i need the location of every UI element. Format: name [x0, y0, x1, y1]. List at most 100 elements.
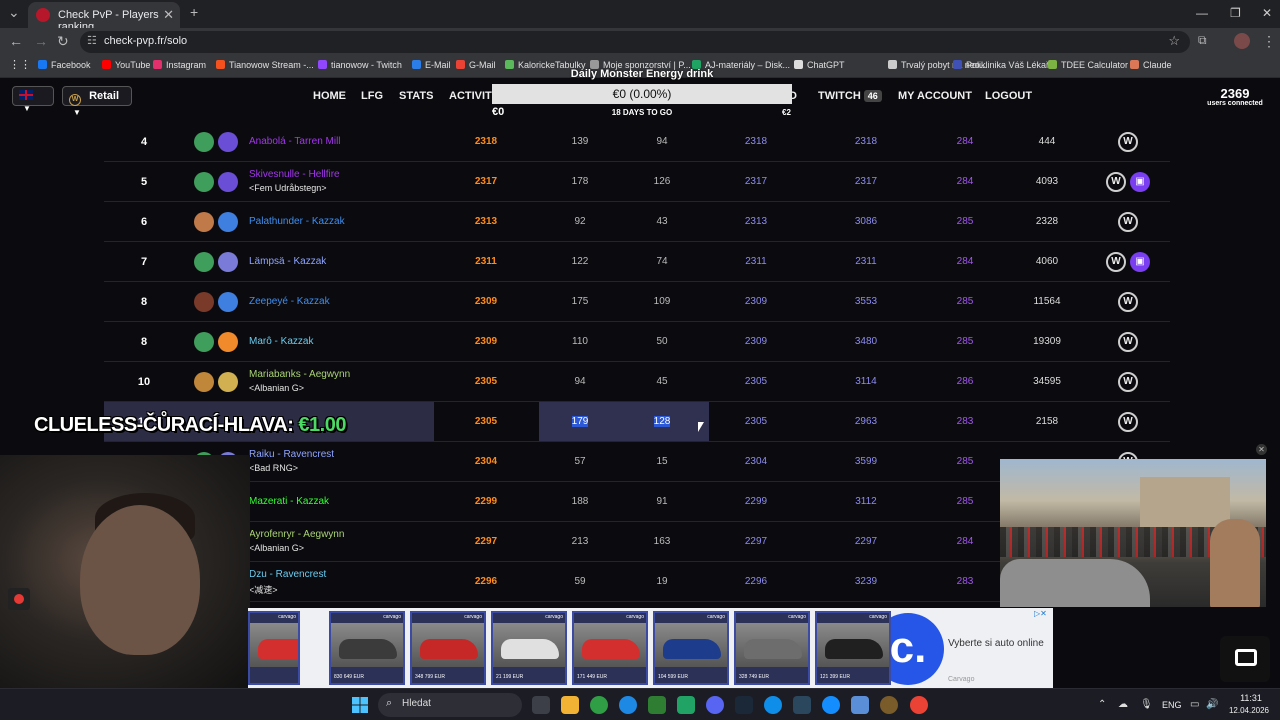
task-view-icon[interactable]: [532, 696, 550, 714]
table-row[interactable]: 4 Anabolá - Tarren Mill 2318 139 94 2318 2318 2…: [104, 122, 1170, 162]
site-info-icon[interactable]: ☷: [87, 34, 97, 47]
table-row[interactable]: 5 Skivesnulle - Hellfire <Fem Udråbstegn> 2…: [104, 162, 1170, 202]
ad-choices-icon[interactable]: ▷✕: [1034, 609, 1047, 618]
window-close-icon[interactable]: ✕: [1262, 6, 1272, 20]
player-name-link[interactable]: Skivesnulle - Hellfire: [249, 169, 340, 180]
nav-stats[interactable]: STATS: [399, 90, 433, 102]
armory-link-icon[interactable]: W: [1118, 212, 1138, 232]
bookmark-item[interactable]: Instagram: [153, 60, 206, 70]
video-close-icon[interactable]: ✕: [1256, 444, 1267, 455]
table-row[interactable]: 6 Palathunder - Kazzak 2313 92 43 2313 3086 285…: [104, 202, 1170, 242]
bookmark-item[interactable]: tianowow - Twitch: [318, 60, 402, 70]
armory-link-icon[interactable]: W: [1106, 252, 1126, 272]
player-name-link[interactable]: Mazerati - Kazzak: [249, 496, 329, 507]
bookmark-item[interactable]: Poliklinika Váš Lékař: [953, 60, 1049, 70]
region-select[interactable]: W Retail ▼: [62, 86, 132, 117]
steam-icon[interactable]: [735, 696, 753, 714]
ad-car-tile[interactable]: carvago: [248, 611, 300, 685]
twitch-link-icon[interactable]: ▣: [1130, 172, 1150, 192]
taskbar-search[interactable]: ⌕ Hledat: [378, 693, 522, 717]
player-name-link[interactable]: Palathunder - Kazzak: [249, 216, 345, 227]
bookmark-item[interactable]: TDEE Calculator: [1048, 60, 1128, 70]
nav-lfg[interactable]: LFG: [361, 90, 383, 102]
player-name-link[interactable]: Dzu - Ravencrest: [249, 569, 326, 580]
armory-link-icon[interactable]: W: [1118, 412, 1138, 432]
ad-car-tile[interactable]: carvago 830 649 EUR: [329, 611, 405, 685]
bookmark-item[interactable]: ChatGPT: [794, 60, 845, 70]
file-explorer-icon[interactable]: [561, 696, 579, 714]
battlenet-icon[interactable]: [764, 696, 782, 714]
edge-icon[interactable]: [619, 696, 637, 714]
armory-link-icon[interactable]: W: [1118, 132, 1138, 152]
ad-car-tile[interactable]: carvago 104 599 EUR: [653, 611, 729, 685]
ad-car-tile[interactable]: carvago 121 399 EUR: [815, 611, 891, 685]
player-name-link[interactable]: Anabolá - Tarren Mill: [249, 136, 341, 147]
armory-link-icon[interactable]: W: [1118, 292, 1138, 312]
network-icon[interactable]: ▭: [1190, 699, 1199, 710]
bookmark-item[interactable]: G-Mail: [456, 60, 496, 70]
armory-link-icon[interactable]: W: [1118, 372, 1138, 392]
pip-video[interactable]: [1000, 459, 1266, 607]
tray-cloud-icon[interactable]: ☁: [1118, 699, 1128, 710]
tray-chevron-icon[interactable]: ⌃: [1098, 699, 1106, 710]
bookmark-item[interactable]: Facebook: [38, 60, 91, 70]
close-tab-icon[interactable]: ✕: [163, 7, 174, 23]
bookmark-star-icon[interactable]: ☆: [1168, 33, 1180, 49]
chat-button[interactable]: [1220, 636, 1270, 682]
nav-home[interactable]: HOME: [313, 90, 346, 102]
menu-icon[interactable]: ⋮: [1262, 33, 1276, 50]
table-row[interactable]: 10 Mariabanks - Aegwynn <Albanian G> 2305 94…: [104, 362, 1170, 402]
apps-icon[interactable]: ⋮⋮: [9, 58, 31, 71]
new-tab-icon[interactable]: +: [190, 4, 198, 20]
player-name-link[interactable]: Marô - Kazzak: [249, 336, 313, 347]
wow-icon[interactable]: [880, 696, 898, 714]
tab-search-icon[interactable]: ⌄: [8, 4, 20, 21]
store-icon[interactable]: [648, 696, 666, 714]
minimize-icon[interactable]: —: [1196, 6, 1208, 20]
window-icon[interactable]: [851, 696, 869, 714]
microphone-icon[interactable]: 🎙: [1140, 699, 1153, 710]
ad-text[interactable]: Vyberte si auto online: [948, 638, 1044, 649]
twitch-link-icon[interactable]: ▣: [1130, 252, 1150, 272]
restore-icon[interactable]: ❐: [1230, 6, 1241, 20]
nav-twitch[interactable]: TWITCH 46: [818, 90, 882, 102]
address-bar[interactable]: ☷ check-pvp.fr/solo ☆: [80, 31, 1190, 53]
player-name-link[interactable]: Lämpsä - Kazzak: [249, 256, 326, 267]
bookmark-item[interactable]: Tianowow Stream -...: [216, 60, 314, 70]
tray-language[interactable]: ENG: [1162, 700, 1182, 710]
excel-icon[interactable]: [677, 696, 695, 714]
browser-tab[interactable]: Check PvP - Players ranking ✕: [28, 2, 180, 33]
forward-icon[interactable]: →: [34, 33, 48, 49]
clock-time[interactable]: 11:31: [1228, 693, 1274, 703]
nav-activity[interactable]: ACTIVITI: [449, 90, 495, 102]
ad-car-tile[interactable]: carvago 171 449 EUR: [572, 611, 648, 685]
extensions-icon[interactable]: ⧉: [1198, 33, 1207, 48]
bookmark-item[interactable]: E-Mail: [412, 60, 451, 70]
ad-car-tile[interactable]: carvago 348 799 EUR: [410, 611, 486, 685]
armory-link-icon[interactable]: W: [1106, 172, 1126, 192]
chrome-icon[interactable]: [590, 696, 608, 714]
ad-car-tile[interactable]: carvago 328 749 EUR: [734, 611, 810, 685]
app-icon[interactable]: [822, 696, 840, 714]
ad-car-tile[interactable]: carvago 21 199 EUR: [491, 611, 567, 685]
player-name-link[interactable]: Raiku - Ravencrest: [249, 449, 334, 460]
carvago-ad-banner[interactable]: c. Vyberte si auto online Carvago ▷✕ car…: [248, 608, 1053, 688]
table-row[interactable]: 8 Marô - Kazzak 2309 110 50 2309 3480 285 19309 W: [104, 322, 1170, 362]
chrome-active-icon[interactable]: [910, 696, 928, 714]
language-select[interactable]: ▼: [12, 86, 54, 113]
player-name-link[interactable]: Mariabanks - Aegwynn: [249, 369, 350, 380]
armory-link-icon[interactable]: W: [1118, 332, 1138, 352]
steam-2-icon[interactable]: [793, 696, 811, 714]
nav-logout[interactable]: LOGOUT: [985, 90, 1032, 102]
player-name-link[interactable]: Ayrofenryr - Aegwynn: [249, 529, 344, 540]
back-icon[interactable]: ←: [9, 33, 23, 49]
record-icon[interactable]: [8, 588, 30, 610]
reload-icon[interactable]: ↻: [57, 33, 69, 50]
nav-my-account[interactable]: MY ACCOUNT: [898, 90, 972, 102]
profile-avatar[interactable]: [1234, 33, 1250, 49]
bookmark-item[interactable]: YouTube: [102, 60, 150, 70]
clock-date[interactable]: 12.04.2026: [1222, 706, 1276, 715]
volume-icon[interactable]: 🔊: [1206, 699, 1218, 710]
player-name-link[interactable]: Zeepeyé - Kazzak: [249, 296, 330, 307]
table-row[interactable]: 8 Zeepeyé - Kazzak 2309 175 109 2309 3553 285 11…: [104, 282, 1170, 322]
